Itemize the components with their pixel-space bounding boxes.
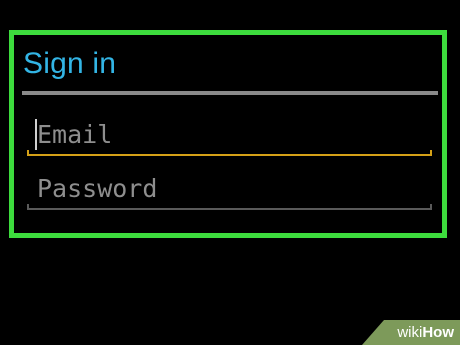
- password-underline: [27, 208, 432, 210]
- email-placeholder: Email: [37, 120, 113, 149]
- password-placeholder: Password: [37, 174, 158, 203]
- email-underline: [27, 154, 432, 156]
- password-underline-left-tick: [27, 204, 29, 210]
- text-cursor: [35, 119, 37, 150]
- screen: Sign in Email Password wikiHow: [0, 0, 460, 345]
- title-divider: [22, 91, 438, 95]
- watermark-suffix: How: [422, 324, 454, 341]
- password-field[interactable]: Password: [27, 170, 432, 210]
- email-underline-right-tick: [430, 150, 432, 156]
- watermark-text: wikiHow: [397, 324, 454, 342]
- email-field[interactable]: Email: [27, 116, 432, 156]
- dialog-title: Sign in: [23, 47, 117, 80]
- password-underline-right-tick: [430, 204, 432, 210]
- email-underline-left-tick: [27, 150, 29, 156]
- watermark-prefix: wiki: [397, 324, 423, 341]
- watermark-badge: wikiHow: [362, 320, 460, 345]
